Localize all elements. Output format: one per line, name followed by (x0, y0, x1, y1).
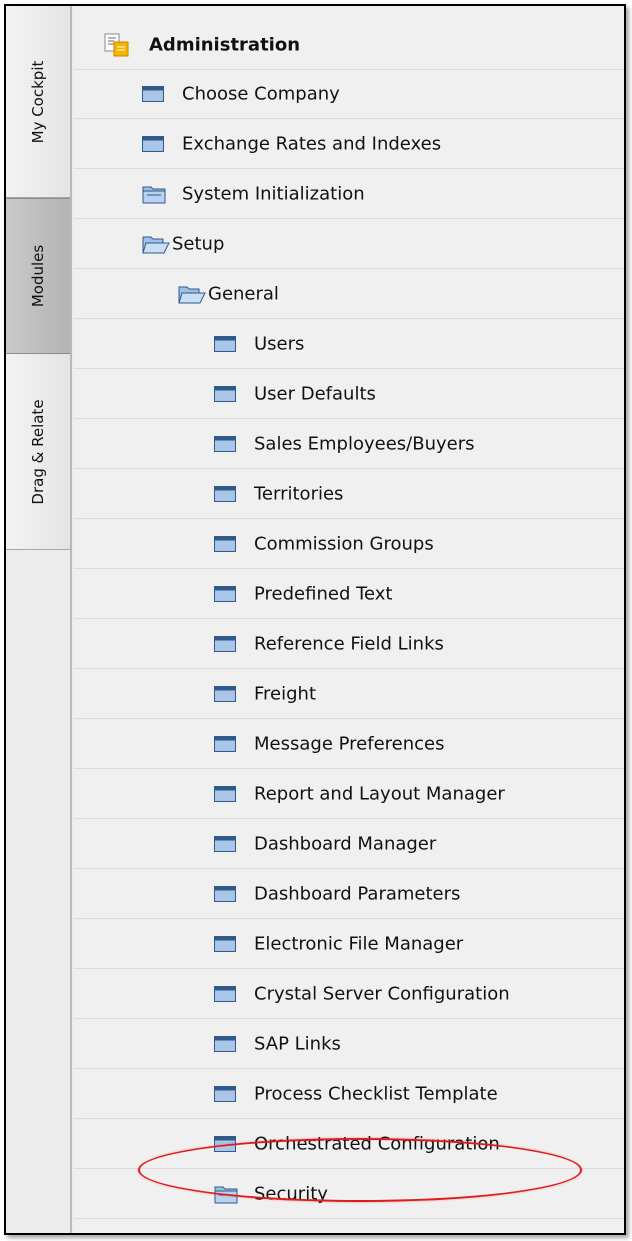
tree-item-label: System Initialization (182, 183, 365, 205)
tree-item-label: Security (254, 1183, 328, 1205)
tab-drag-and-relate[interactable]: Drag & Relate (6, 354, 70, 550)
module-icon (104, 33, 129, 57)
form-icon (214, 936, 236, 952)
modules-panel: My Cockpit Modules Drag & Relate Adminis… (4, 4, 626, 1235)
tree-item-security[interactable]: Security (74, 1170, 624, 1219)
vertical-tab-strip: My Cockpit Modules Drag & Relate (6, 6, 72, 1233)
tree-item-label: Crystal Server Configuration (254, 983, 510, 1005)
form-icon (142, 136, 164, 152)
tab-label: My Cockpit (29, 60, 47, 143)
tree-item-setup[interactable]: Setup (74, 220, 624, 269)
tree-item-message-preferences[interactable]: Message Preferences (74, 720, 624, 769)
tree-item-dashboard-manager[interactable]: Dashboard Manager (74, 820, 624, 869)
tree-item-label: Predefined Text (254, 583, 393, 605)
tree-item-choose-company[interactable]: Choose Company (74, 70, 624, 119)
folder-closed-icon (142, 186, 166, 204)
form-icon (214, 486, 236, 502)
form-icon (214, 1136, 236, 1152)
tab-label: Modules (29, 244, 47, 308)
tree-item-crystal-server-configuration[interactable]: Crystal Server Configuration (74, 970, 624, 1019)
tree-item-system-initialization[interactable]: System Initialization (74, 170, 624, 219)
form-icon (214, 1036, 236, 1052)
tree-item-label: Administration (149, 34, 301, 56)
tree-item-label: Reference Field Links (254, 633, 444, 655)
form-icon (214, 786, 236, 802)
tree-item-reference-field-links[interactable]: Reference Field Links (74, 620, 624, 669)
tree-item-label: General (208, 283, 279, 305)
tree-item-label: Sales Employees/Buyers (254, 433, 475, 455)
tree-item-label: Message Preferences (254, 733, 445, 755)
tree-item-exchange-rates[interactable]: Exchange Rates and Indexes (74, 120, 624, 169)
folder-open-icon (142, 236, 170, 254)
tree-item-sales-employees[interactable]: Sales Employees/Buyers (74, 420, 624, 469)
folder-closed-icon (214, 1186, 238, 1204)
tree-item-label: Process Checklist Template (254, 1083, 498, 1105)
form-icon (214, 736, 236, 752)
tree-item-orchestrated-configuration[interactable]: Orchestrated Configuration (74, 1120, 624, 1169)
tree-item-label: Commission Groups (254, 533, 434, 555)
tree-item-label: SAP Links (254, 1033, 341, 1055)
tree-item-process-checklist-template[interactable]: Process Checklist Template (74, 1070, 624, 1119)
tab-label: Drag & Relate (29, 398, 47, 505)
tree-item-user-defaults[interactable]: User Defaults (74, 370, 624, 419)
tree-item-label: Orchestrated Configuration (254, 1133, 500, 1155)
tree-item-label: User Defaults (254, 383, 376, 405)
tree-item-label: Freight (254, 683, 317, 705)
tree-item-label: Choose Company (182, 83, 340, 105)
tree-item-sap-links[interactable]: SAP Links (74, 1020, 624, 1069)
tree-item-predefined-text[interactable]: Predefined Text (74, 570, 624, 619)
form-icon (214, 686, 236, 702)
tree-item-label: Territories (254, 483, 344, 505)
tree-item-label: Report and Layout Manager (254, 783, 505, 805)
tree-item-label: Dashboard Parameters (254, 883, 461, 905)
tree-item-territories[interactable]: Territories (74, 470, 624, 519)
form-icon (214, 386, 236, 402)
folder-open-icon (178, 286, 206, 304)
tree-item-freight[interactable]: Freight (74, 670, 624, 719)
form-icon (214, 586, 236, 602)
tree-item-electronic-file-manager[interactable]: Electronic File Manager (74, 920, 624, 969)
form-icon (214, 1086, 236, 1102)
form-icon (214, 986, 236, 1002)
tree-item-label: Setup (172, 233, 225, 255)
tree-item-administration[interactable]: Administration (74, 21, 624, 70)
tree-item-label: Users (254, 333, 305, 355)
form-icon (142, 86, 164, 102)
form-icon (214, 336, 236, 352)
tree-item-dashboard-parameters[interactable]: Dashboard Parameters (74, 870, 624, 919)
module-tree: Administration Choose Company Exchange R… (74, 6, 624, 1233)
form-icon (214, 886, 236, 902)
tree-item-label: Exchange Rates and Indexes (182, 133, 442, 155)
form-icon (214, 636, 236, 652)
tree-item-commission-groups[interactable]: Commission Groups (74, 520, 624, 569)
form-icon (214, 536, 236, 552)
tree-item-label: Electronic File Manager (254, 933, 464, 955)
tree-item-users[interactable]: Users (74, 320, 624, 369)
tab-my-cockpit[interactable]: My Cockpit (6, 6, 70, 198)
form-icon (214, 436, 236, 452)
tab-modules[interactable]: Modules (6, 198, 70, 354)
form-icon (214, 836, 236, 852)
tree-item-report-layout-manager[interactable]: Report and Layout Manager (74, 770, 624, 819)
tree-item-general[interactable]: General (74, 270, 624, 319)
tree-item-label: Dashboard Manager (254, 833, 437, 855)
